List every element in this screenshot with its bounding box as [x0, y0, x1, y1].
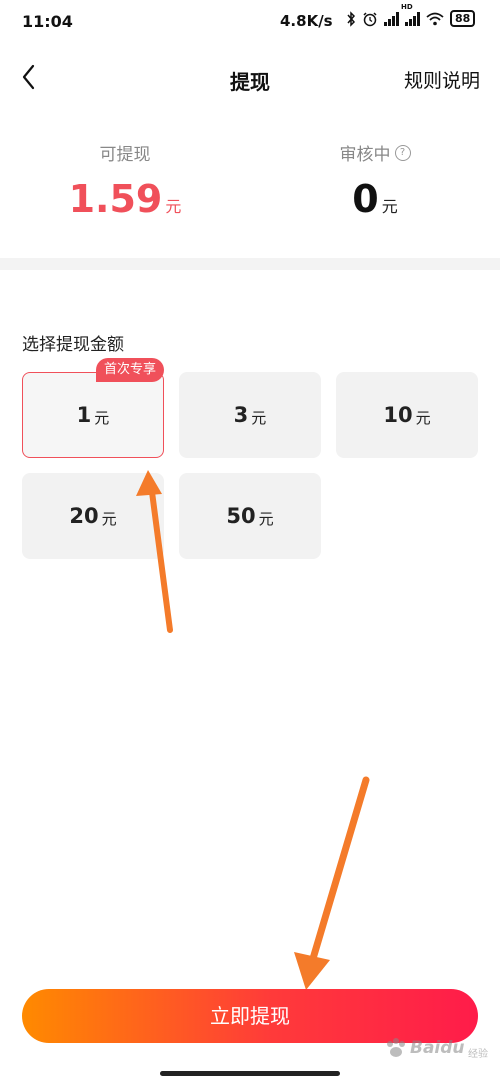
- amount-value: 1: [76, 403, 92, 427]
- withdrawable-label: 可提现: [99, 145, 151, 165]
- amount-unit: 元: [251, 408, 267, 427]
- amount-value: 50: [226, 504, 256, 528]
- chevron-left-icon: [22, 64, 35, 90]
- network-speed: 4.8K/s: [280, 12, 333, 30]
- amount-option-1[interactable]: 1元: [22, 372, 164, 458]
- home-indicator[interactable]: [160, 1071, 340, 1076]
- amount-unit: 元: [94, 408, 110, 427]
- reviewing-amount: 0: [352, 177, 379, 221]
- reviewing-label-row: 审核中 ?: [340, 140, 411, 165]
- reviewing-unit: 元: [381, 197, 398, 216]
- battery-icon: 88: [450, 10, 476, 27]
- watermark-sub: 经验: [468, 1049, 488, 1060]
- amount-option-50[interactable]: 50 元: [179, 473, 321, 559]
- withdrawable-block: 可提现 1.59 元: [0, 140, 250, 221]
- wifi-icon: [426, 12, 444, 25]
- withdrawable-unit: 元: [165, 197, 182, 216]
- back-button[interactable]: [14, 60, 44, 94]
- amount-option-10[interactable]: 10 元: [336, 372, 478, 458]
- signal-hd-icon: HD: [401, 3, 420, 26]
- balance-summary: 可提现 1.59 元 审核中 ? 0元: [0, 140, 500, 240]
- first-time-badge: 首次专享: [96, 358, 165, 382]
- status-bar: 11:04 4.8K/s HD 88: [0, 0, 500, 44]
- annotation-arrow-down: [308, 776, 370, 966]
- withdraw-now-button[interactable]: 立即提现: [22, 989, 478, 1043]
- status-time: 11:04: [22, 12, 73, 31]
- amount-option-3[interactable]: 3元: [179, 372, 321, 458]
- reviewing-label: 审核中: [339, 145, 391, 165]
- amount-value: 20: [69, 504, 99, 528]
- amount-value: 3: [233, 403, 249, 427]
- amount-unit: 元: [415, 408, 431, 427]
- signal-icon: [384, 11, 399, 26]
- annotation-arrowhead-down: [294, 952, 330, 990]
- withdrawable-value: 1.59 元: [0, 177, 250, 221]
- status-icons: HD 88: [346, 3, 476, 27]
- amount-unit: 元: [258, 509, 274, 528]
- amount-value: 10: [383, 403, 413, 427]
- bluetooth-icon: [347, 10, 356, 27]
- amount-unit: 元: [101, 509, 117, 528]
- withdrawable-amount: 1.59: [68, 177, 163, 221]
- hd-label: HD: [401, 2, 413, 11]
- navigation-bar: 提现 规则说明: [0, 48, 500, 108]
- rules-link[interactable]: 规则说明: [404, 66, 480, 93]
- help-icon[interactable]: ?: [394, 144, 411, 161]
- amount-option-20[interactable]: 20 元: [22, 473, 164, 559]
- section-divider: [0, 258, 500, 270]
- reviewing-block: 审核中 ? 0元: [250, 140, 500, 221]
- amount-section-label: 选择提现金额: [22, 335, 124, 355]
- alarm-icon: [363, 11, 377, 26]
- reviewing-value: 0元: [250, 177, 500, 221]
